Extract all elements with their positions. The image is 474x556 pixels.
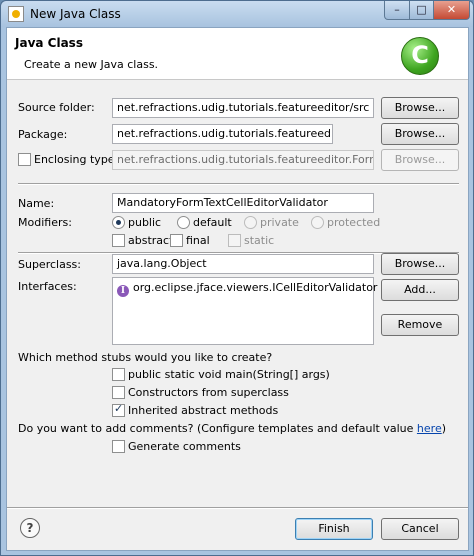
inherited-methods-label: Inherited abstract methods (128, 404, 279, 417)
java-class-icon (8, 6, 24, 22)
modifiers-label: Modifiers: (18, 216, 72, 229)
wizard-title: Java Class (15, 36, 83, 50)
new-class-icon-letter: C (411, 41, 429, 69)
static-checkbox (228, 234, 241, 247)
method-stubs-question: Which method stubs would you like to cre… (18, 351, 273, 364)
source-folder-browse-button[interactable]: Browse... (381, 97, 459, 119)
class-name-field[interactable]: MandatoryFormTextCellEditorValidator (112, 193, 374, 213)
abstract-checkbox-label: abstract (128, 234, 174, 247)
enclosing-type-checkbox[interactable] (18, 153, 31, 166)
public-radio-label: public (128, 216, 162, 229)
superclass-browse-button[interactable]: Browse... (381, 253, 459, 275)
list-item[interactable]: Iorg.eclipse.jface.viewers.ICellEditorVa… (117, 281, 377, 297)
package-field[interactable]: net.refractions.udig.tutorials.featureed… (112, 124, 333, 144)
package-browse-button[interactable]: Browse... (381, 123, 459, 145)
interface-icon: I (117, 285, 129, 297)
final-checkbox-label: final (186, 234, 210, 247)
default-radio[interactable] (177, 216, 190, 229)
public-radio[interactable] (112, 216, 125, 229)
interface-name: org.eclipse.jface.viewers.ICellEditorVal… (133, 281, 378, 294)
enclosing-type-browse-button: Browse... (381, 149, 459, 171)
generate-comments-label: Generate comments (128, 440, 241, 453)
final-checkbox[interactable] (170, 234, 183, 247)
enclosing-type-label: Enclosing type: (34, 153, 119, 166)
inherited-methods-checkbox[interactable] (112, 402, 125, 417)
interfaces-list[interactable]: Iorg.eclipse.jface.viewers.ICellEditorVa… (112, 277, 377, 345)
constructors-label: Constructors from superclass (128, 386, 289, 399)
configure-templates-link[interactable]: here (417, 422, 442, 435)
dialog-window: New Java Class – □ ✕ Java Class Create a… (0, 0, 474, 556)
enclosing-type-field: net.refractions.udig.tutorials.featureed… (112, 150, 374, 170)
interfaces-label: Interfaces: (18, 280, 77, 293)
minimize-button[interactable]: – (384, 1, 410, 20)
finish-button[interactable]: Finish (295, 518, 373, 540)
footer-separator (7, 507, 468, 509)
default-radio-label: default (193, 216, 232, 229)
main-method-checkbox[interactable] (112, 368, 125, 381)
wizard-description: Create a new Java class. (24, 58, 159, 71)
protected-radio-label: protected (327, 216, 381, 229)
help-icon[interactable]: ? (20, 518, 40, 538)
main-method-label: public static void main(String[] args) (128, 368, 330, 381)
constructors-checkbox[interactable] (112, 386, 125, 399)
comments-question: Do you want to add comments? (Configure … (18, 422, 447, 435)
maximize-button[interactable]: □ (409, 1, 434, 20)
window-title: New Java Class (30, 7, 121, 21)
superclass-label: Superclass: (18, 258, 81, 271)
wizard-header: Java Class Create a new Java class. C (7, 28, 468, 80)
protected-radio (311, 216, 324, 229)
cancel-button[interactable]: Cancel (381, 518, 459, 540)
static-checkbox-label: static (244, 234, 275, 247)
close-button[interactable]: ✕ (433, 1, 470, 20)
generate-comments-checkbox[interactable] (112, 440, 125, 453)
remove-interface-button[interactable]: Remove (381, 314, 459, 336)
new-class-icon: C (401, 37, 439, 75)
superclass-field[interactable]: java.lang.Object (112, 254, 374, 274)
source-folder-field[interactable]: net.refractions.udig.tutorials.featureed… (112, 98, 374, 118)
separator-1 (18, 183, 459, 185)
private-radio-label: private (260, 216, 299, 229)
abstract-checkbox[interactable] (112, 234, 125, 247)
private-radio (244, 216, 257, 229)
name-label: Name: (18, 197, 55, 210)
add-interface-button[interactable]: Add... (381, 279, 459, 301)
package-label: Package: (18, 128, 68, 141)
source-folder-label: Source folder: (18, 101, 95, 114)
title-bar[interactable]: New Java Class – □ ✕ (1, 1, 473, 27)
dialog-client: Java Class Create a new Java class. C So… (6, 27, 469, 551)
